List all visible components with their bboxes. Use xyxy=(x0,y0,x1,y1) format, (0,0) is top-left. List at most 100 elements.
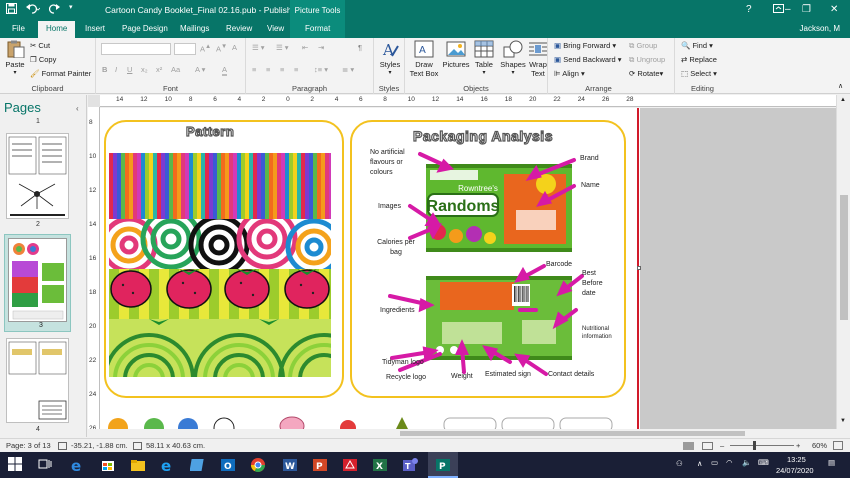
pattern-title[interactable]: Pattern xyxy=(185,123,234,139)
tab-view[interactable]: View xyxy=(267,24,284,33)
close-button[interactable]: ✕ xyxy=(830,4,838,15)
ungroup-button[interactable]: ⧉ Ungroup xyxy=(629,55,665,65)
bullets-icon[interactable]: ☰ ▾ xyxy=(252,43,265,52)
people-icon[interactable]: ⚇ xyxy=(676,459,683,468)
task-view-icon[interactable] xyxy=(38,457,54,473)
zoom-slider-thumb[interactable] xyxy=(753,441,756,450)
bold-button[interactable]: B xyxy=(102,65,107,74)
undo-icon[interactable] xyxy=(26,3,41,17)
horizontal-ruler[interactable]: 14 12 10 8 6 4 2 0 2 4 6 8 10 12 14 16 18 20 22 24 26 28 xyxy=(100,95,836,107)
teams-icon[interactable]: T xyxy=(402,457,418,473)
font-size-field[interactable] xyxy=(174,43,196,55)
outlook-icon[interactable]: O xyxy=(220,457,236,473)
collapse-ribbon-icon[interactable]: ∧ xyxy=(838,82,843,90)
edge-icon[interactable]: e xyxy=(70,457,86,475)
page-thumbnail-4[interactable] xyxy=(6,338,69,423)
file-explorer-icon[interactable] xyxy=(130,457,146,473)
increase-indent-icon[interactable]: ⇥ xyxy=(318,43,324,52)
horizontal-scroll-thumb[interactable] xyxy=(400,431,745,436)
language-icon[interactable]: ⌨ xyxy=(758,458,769,467)
paragraph-spacing-icon[interactable]: ≣ ▾ xyxy=(342,65,354,74)
label-nutritional[interactable]: Nutritional information xyxy=(582,325,626,341)
two-page-view-icon[interactable] xyxy=(702,442,713,450)
label-name[interactable]: Name xyxy=(581,181,600,191)
rotate-button[interactable]: ⟳ Rotate▾ xyxy=(629,69,663,78)
tray-expand-icon[interactable]: ∧ xyxy=(697,459,703,468)
customize-qat-icon[interactable]: ▾ xyxy=(69,3,73,17)
scroll-up-icon[interactable]: ▲ xyxy=(840,97,846,103)
save-icon[interactable] xyxy=(6,3,17,17)
horizontal-scrollbar[interactable] xyxy=(100,429,836,438)
label-brand[interactable]: Brand xyxy=(580,154,599,164)
subscript-button[interactable]: x₂ xyxy=(141,65,148,74)
superscript-button[interactable]: x² xyxy=(156,65,162,74)
page-thumbnail-2[interactable] xyxy=(6,133,69,219)
paste-button[interactable]: Paste ▾ xyxy=(4,40,26,78)
font-color-icon[interactable]: A xyxy=(222,65,228,76)
page-thumbnail-3-selected[interactable]: 3 xyxy=(4,234,71,332)
vertical-scroll-thumb[interactable] xyxy=(840,195,848,320)
zoom-out-icon[interactable]: – xyxy=(720,441,724,450)
tab-home[interactable]: Home xyxy=(38,21,76,38)
select-button[interactable]: ⬚ Select ▾ xyxy=(681,69,717,78)
label-no-artificial[interactable]: No artificial flavours or colours xyxy=(370,148,420,178)
char-spacing-icon[interactable]: A ▾ xyxy=(195,65,205,74)
pattern-image[interactable] xyxy=(109,153,331,377)
label-calories[interactable]: Calories per bag xyxy=(372,238,420,258)
send-backward-button[interactable]: ▣ Send Backward ▾ xyxy=(554,55,622,64)
publisher-taskbar-button[interactable]: P xyxy=(428,452,458,478)
selection-handle[interactable] xyxy=(637,266,641,270)
excel-icon[interactable]: X xyxy=(372,457,388,473)
label-images[interactable]: Images xyxy=(378,202,401,212)
align-left-icon[interactable]: ≡ xyxy=(252,65,256,74)
page-indicator[interactable]: Page: 3 of 13 xyxy=(6,441,51,450)
clock-time[interactable]: 13:25 xyxy=(787,455,806,464)
italic-button[interactable]: I xyxy=(115,65,117,74)
table-button[interactable]: Table ▾ xyxy=(471,40,497,78)
group-button[interactable]: ⧉ Group xyxy=(629,41,657,51)
help-button[interactable]: ? xyxy=(746,4,752,15)
restore-button[interactable]: ❐ xyxy=(802,4,811,15)
fit-page-icon[interactable] xyxy=(833,441,843,450)
clock-date[interactable]: 24/07/2020 xyxy=(776,466,814,475)
font-name-field[interactable] xyxy=(101,43,171,55)
tab-insert[interactable]: Insert xyxy=(85,24,105,33)
single-page-view-icon[interactable] xyxy=(683,442,694,450)
styles-button[interactable]: A Styles ▾ xyxy=(377,40,403,78)
grow-font-icon[interactable]: A▲ xyxy=(200,43,211,54)
label-weight[interactable]: Weight xyxy=(451,372,473,382)
tab-file[interactable]: File xyxy=(12,24,25,33)
powerpoint-icon[interactable]: P xyxy=(312,457,328,473)
collapse-pages-icon[interactable]: ‹ xyxy=(76,104,79,113)
draw-text-box-button[interactable]: A Draw Text Box xyxy=(408,40,440,78)
ribbon-display-options-icon[interactable] xyxy=(773,4,784,16)
format-painter-button[interactable]: 🖌 Format Painter xyxy=(30,69,91,78)
label-best-before[interactable]: Best Before date xyxy=(582,269,608,299)
wrap-text-button[interactable]: Wrap Text xyxy=(525,40,551,78)
chrome-icon[interactable] xyxy=(250,457,266,473)
label-tidyman[interactable]: Tidyman logo xyxy=(382,358,424,368)
align-right-icon[interactable]: ≡ xyxy=(280,65,284,74)
change-case-button[interactable]: Aa xyxy=(171,65,180,74)
decrease-indent-icon[interactable]: ⇤ xyxy=(302,43,308,52)
cut-button[interactable]: ✂ Cut xyxy=(30,41,50,50)
underline-button[interactable]: U xyxy=(127,65,132,74)
windows-start-icon[interactable] xyxy=(8,457,24,473)
clear-format-icon[interactable]: A xyxy=(232,43,237,52)
label-recycle[interactable]: Recycle logo xyxy=(386,373,426,383)
acrobat-icon[interactable] xyxy=(342,457,358,473)
notifications-icon[interactable]: ▤ xyxy=(828,458,835,467)
find-button[interactable]: 🔍 Find ▾ xyxy=(681,41,713,50)
label-ingredients[interactable]: Ingredients xyxy=(380,306,415,316)
align-button[interactable]: ⊫ Align ▾ xyxy=(554,69,585,78)
zoom-slider[interactable] xyxy=(730,445,794,446)
publication-page[interactable]: Pattern Packaging Analysis Randoms Rownt… xyxy=(100,108,640,429)
label-barcode[interactable]: Barcode xyxy=(546,260,572,270)
wifi-icon[interactable]: ◠ xyxy=(726,458,733,467)
user-name[interactable]: Jackson, M xyxy=(800,24,840,33)
justify-icon[interactable]: ≡ xyxy=(294,65,298,74)
zoom-in-icon[interactable]: + xyxy=(796,441,800,450)
scroll-down-icon[interactable]: ▼ xyxy=(840,418,846,424)
tab-format[interactable]: Format xyxy=(305,24,330,33)
pictures-button[interactable]: Pictures xyxy=(441,40,471,69)
